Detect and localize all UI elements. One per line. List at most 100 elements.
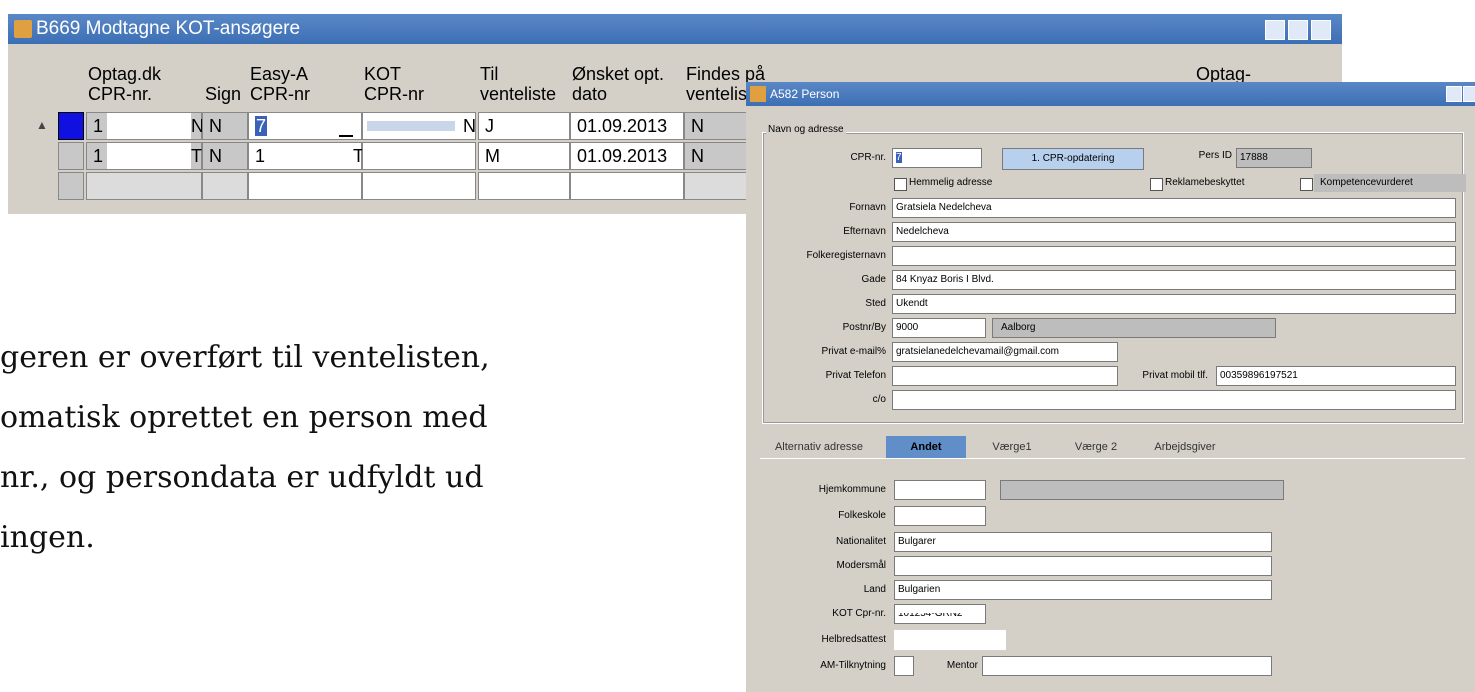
row-selector[interactable]	[58, 172, 84, 200]
mentor-label: Mentor	[946, 660, 978, 671]
modersmaal-field[interactable]	[894, 556, 1272, 576]
header-cpr-nr: CPR-nr.	[88, 84, 153, 104]
window-top-edge	[0, 0, 1342, 12]
row3-kot-cell[interactable]	[362, 172, 476, 200]
header-optag-dk: Optag.dk	[88, 64, 162, 84]
row2-cpr-cell[interactable]: 1 T	[86, 142, 202, 170]
row2-findes[interactable]: N	[684, 142, 754, 170]
hjemkommune-label: Hjemkommune	[818, 484, 886, 495]
am-tilknytning-field[interactable]	[894, 656, 914, 676]
row2-cpr: 1	[93, 146, 104, 166]
paragraph-line-4: ingen.	[0, 520, 95, 555]
pers-id-field: 17888	[1236, 148, 1312, 168]
row3-sign[interactable]	[202, 172, 248, 200]
header-dato: dato	[572, 84, 608, 104]
nationalitet-field[interactable]: Bulgarer	[894, 532, 1272, 552]
mentor-field[interactable]	[982, 656, 1272, 676]
row3-findes[interactable]	[684, 172, 754, 200]
gade-field[interactable]: 84 Knyaz Boris I Blvd.	[892, 270, 1456, 290]
co-label: c/o	[872, 394, 886, 405]
row3-cpr-cell[interactable]	[86, 172, 202, 200]
close-icon[interactable]	[1311, 20, 1331, 40]
minimize-icon[interactable]	[1265, 20, 1285, 40]
redaction	[367, 121, 455, 131]
helbred-label: Helbredsattest	[821, 634, 886, 645]
text-cursor	[339, 135, 353, 137]
scroll-up-icon[interactable]: ▲	[36, 118, 48, 132]
group-label: Navn og adresse	[766, 124, 846, 135]
mobil-field[interactable]: 00359896197521	[1216, 366, 1456, 386]
hemmelig-checkbox[interactable]	[894, 178, 907, 191]
hemmelig-label: Hemmelig adresse	[909, 177, 993, 188]
efternavn-label: Efternavn	[843, 226, 886, 237]
postnr-field[interactable]: 9000	[892, 318, 986, 338]
paragraph-line-1: geren er overført til ventelisten,	[0, 340, 490, 375]
cpr-update-button[interactable]: 1. CPR-opdatering	[1002, 148, 1144, 170]
row1-kot-cell[interactable]: N	[362, 112, 476, 140]
header-sign: Sign	[205, 84, 242, 104]
row-selector[interactable]	[58, 142, 84, 170]
row2-sign[interactable]: N	[202, 142, 248, 170]
kot-cpr-field[interactable]: 101254-GRN2	[894, 604, 986, 624]
email-label: Privat e-mail%	[821, 346, 886, 357]
folkeregister-field[interactable]	[892, 246, 1456, 266]
minimize-icon[interactable]	[1446, 86, 1462, 102]
telefon-field[interactable]	[892, 366, 1118, 386]
row2-easya-cell[interactable]: 1 T	[248, 142, 364, 170]
fornavn-field[interactable]: Gratsiela Nedelcheva	[892, 198, 1456, 218]
row1-easya-cell[interactable]: 7	[248, 112, 362, 140]
am-tilknytning-label: AM-Tilknytning	[820, 660, 886, 671]
row2-onsket-dato[interactable]: 01.09.2013	[570, 142, 684, 170]
maximize-icon[interactable]	[1288, 20, 1308, 40]
row2-easya: 1	[255, 146, 266, 166]
row1-til-venteliste[interactable]: J	[478, 112, 570, 140]
reklame-checkbox[interactable]	[1150, 178, 1163, 191]
redaction	[895, 605, 979, 613]
modersmaal-label: Modersmål	[836, 560, 886, 571]
cpr-value: 7	[896, 152, 902, 163]
efternavn-field[interactable]: Nedelcheva	[892, 222, 1456, 242]
email-field[interactable]: gratsielanedelchevamail@gmail.com	[892, 342, 1118, 362]
row1-easya: 7	[255, 116, 268, 136]
helbred-field[interactable]	[894, 630, 1006, 650]
header-til: Til	[480, 64, 499, 84]
cpr-field[interactable]: 7	[892, 148, 982, 168]
row3-onsket-dato[interactable]	[570, 172, 684, 200]
row1-findes[interactable]: N	[684, 112, 754, 140]
a582-titlebar[interactable]: A582 Person	[746, 82, 1475, 106]
land-label: Land	[863, 584, 886, 595]
postnr-label: Postnr/By	[842, 322, 886, 333]
by-field: Aalborg	[992, 318, 1276, 338]
app-icon	[14, 20, 32, 38]
maximize-icon[interactable]	[1463, 86, 1475, 102]
row1-cpr-cell[interactable]: 1 N	[86, 112, 204, 140]
header-easya-cpr: CPR-nr	[250, 84, 311, 104]
gade-label: Gade	[861, 274, 886, 285]
b669-title: B669 Modtagne KOT-ansøgere	[36, 18, 301, 39]
header-kot-cpr: CPR-nr	[364, 84, 425, 104]
row1-sign[interactable]: N	[202, 112, 248, 140]
row1-onsket-dato[interactable]: 01.09.2013	[570, 112, 684, 140]
slide-background	[0, 214, 746, 692]
tab-vaerge2[interactable]: Værge 2	[1056, 436, 1136, 458]
mobil-label: Privat mobil tlf.	[1142, 370, 1208, 381]
tab-arbejdsgiver[interactable]: Arbejdsgiver	[1140, 436, 1230, 458]
row3-til-venteliste[interactable]	[478, 172, 570, 200]
co-field[interactable]	[892, 390, 1456, 410]
hjemkommune-field[interactable]	[894, 480, 986, 500]
kompetence-checkbox[interactable]	[1300, 178, 1313, 191]
row1-cpr: 1	[93, 116, 104, 136]
a582-window: A582 Person Navn og adresse CPR-nr. 7 1.…	[746, 82, 1475, 692]
tab-andet[interactable]: Andet	[886, 436, 966, 458]
folkeskole-field[interactable]	[894, 506, 986, 526]
row2-kot-cell[interactable]	[362, 142, 476, 170]
current-row-indicator[interactable]	[58, 112, 84, 140]
tab-vaerge1[interactable]: Værge1	[972, 436, 1052, 458]
row2-til-venteliste[interactable]: M	[478, 142, 570, 170]
row3-easya-cell[interactable]	[248, 172, 362, 200]
b669-titlebar[interactable]: B669 Modtagne KOT-ansøgere	[8, 14, 1342, 44]
tab-alternativ-adresse[interactable]: Alternativ adresse	[760, 436, 878, 458]
land-field[interactable]: Bulgarien	[894, 580, 1272, 600]
sted-field[interactable]: Ukendt	[892, 294, 1456, 314]
header-easya: Easy-A	[250, 64, 309, 84]
